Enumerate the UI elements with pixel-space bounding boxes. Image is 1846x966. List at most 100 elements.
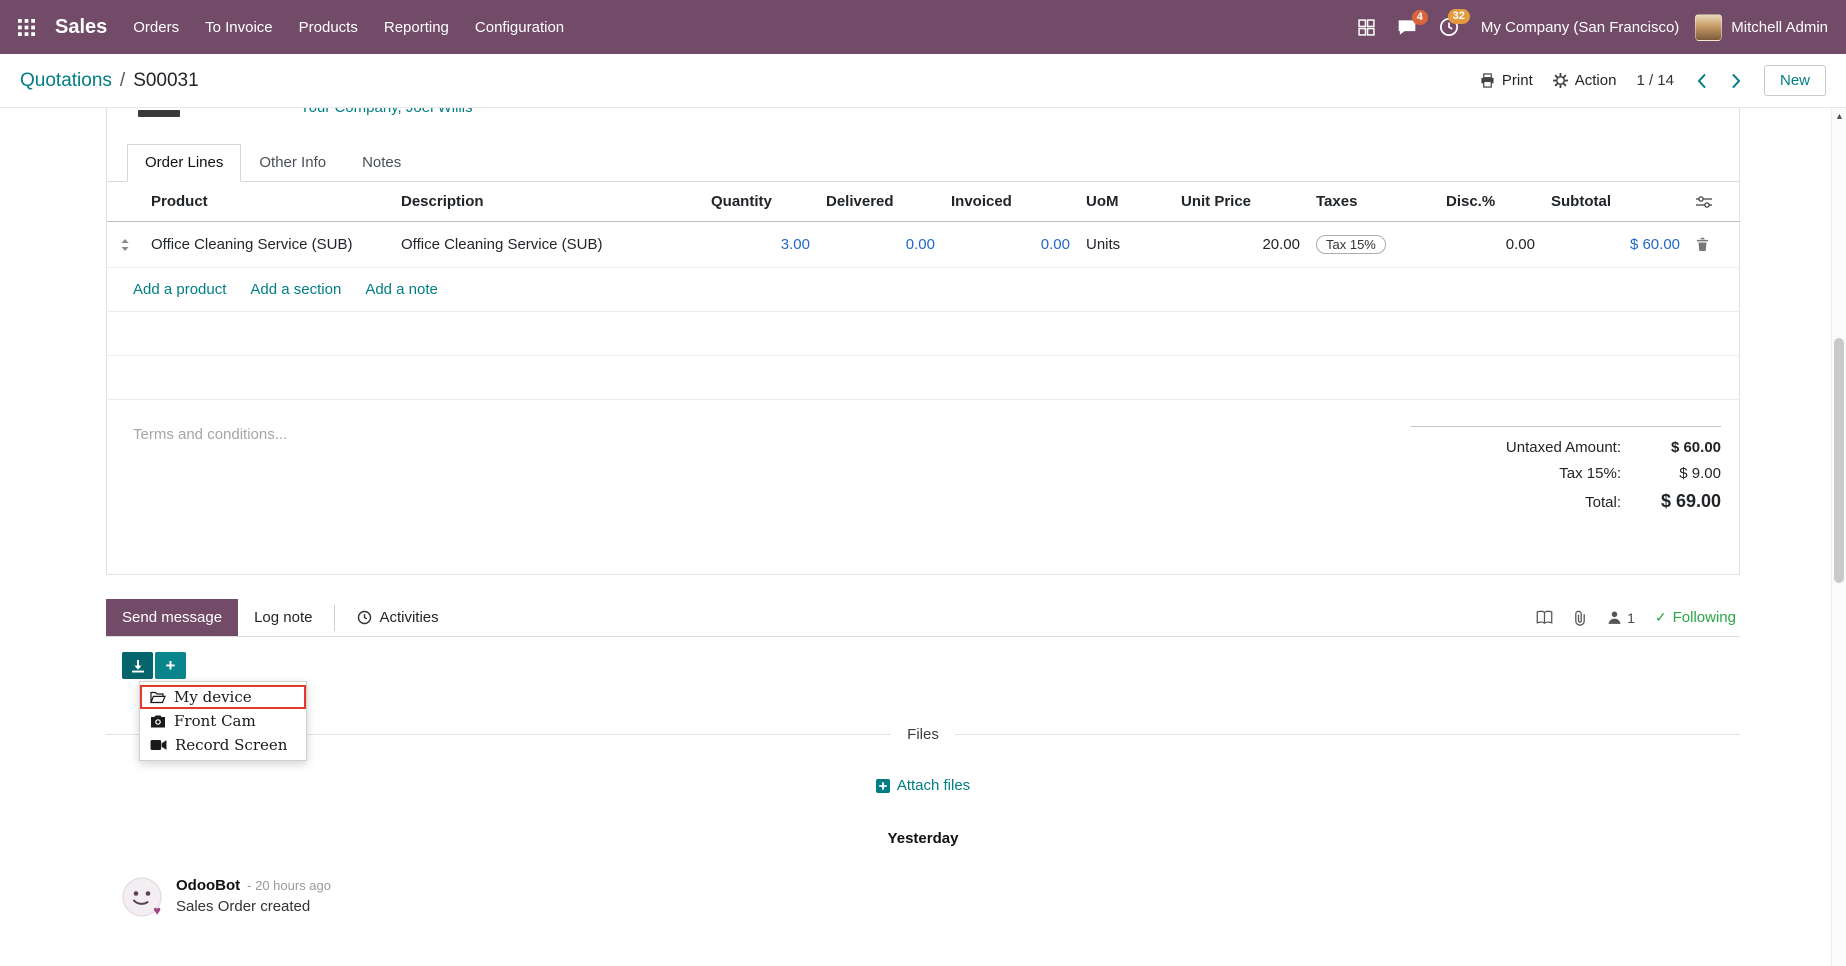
activities-button[interactable]: Activities — [341, 599, 454, 636]
col-header-uom: UoM — [1078, 182, 1173, 222]
menu-configuration[interactable]: Configuration — [475, 19, 564, 36]
folder-open-icon — [150, 691, 166, 704]
print-button[interactable]: Print — [1480, 72, 1533, 89]
total-value: $ 69.00 — [1621, 491, 1721, 512]
column-settings-icon[interactable] — [1688, 182, 1740, 222]
add-links-row: Add a product Add a section Add a note — [107, 268, 1740, 312]
cell-quantity[interactable]: 3.00 — [703, 222, 818, 268]
menu-to-invoice[interactable]: To Invoice — [205, 19, 273, 36]
user-menu[interactable]: Mitchell Admin — [1695, 14, 1828, 41]
cell-unit-price[interactable]: 20.00 — [1173, 222, 1308, 268]
check-icon: ✓ — [1655, 609, 1667, 626]
clock-icon — [357, 610, 372, 625]
menu-reporting[interactable]: Reporting — [384, 19, 449, 36]
menu-products[interactable]: Products — [299, 19, 358, 36]
day-divider: Yesterday — [106, 830, 1740, 847]
paperclip-icon[interactable] — [1573, 610, 1587, 626]
tab-order-lines[interactable]: Order Lines — [127, 144, 241, 182]
upload-file-button[interactable] — [122, 652, 153, 679]
messages-icon[interactable]: 4 — [1397, 18, 1417, 37]
main-content: Your Company, Joel Willis Order Lines Ot… — [0, 108, 1846, 966]
menu-item-my-device[interactable]: My device — [140, 685, 306, 709]
chevron-right-icon — [1731, 73, 1742, 89]
breadcrumb-quotations[interactable]: Quotations — [20, 70, 112, 92]
add-product-link[interactable]: Add a product — [133, 281, 226, 298]
col-header-handle — [107, 182, 143, 222]
company-switcher[interactable]: My Company (San Francisco) — [1481, 19, 1679, 36]
col-header-subtotal: Subtotal — [1543, 182, 1688, 222]
col-header-disc: Disc.% — [1438, 182, 1543, 222]
col-header-taxes: Taxes — [1308, 182, 1438, 222]
pager-next-button[interactable] — [1729, 71, 1744, 91]
tax-badge[interactable]: Tax 15% — [1316, 235, 1386, 254]
followers-icon[interactable]: 1 — [1607, 610, 1635, 626]
plus-square-icon — [876, 779, 890, 793]
printer-icon — [1480, 73, 1495, 88]
tab-notes[interactable]: Notes — [344, 144, 419, 181]
book-icon[interactable] — [1536, 610, 1553, 625]
col-header-invoiced: Invoiced — [943, 182, 1078, 222]
user-avatar[interactable] — [1695, 14, 1722, 41]
download-icon — [131, 659, 145, 673]
menu-item-record-screen[interactable]: Record Screen — [140, 733, 306, 757]
activities-clock-icon[interactable]: 32 — [1439, 17, 1459, 37]
notebook-tabs: Order Lines Other Info Notes — [107, 144, 1739, 182]
col-header-description: Description — [393, 182, 703, 222]
tab-other-info[interactable]: Other Info — [241, 144, 344, 181]
drag-handle-icon[interactable] — [107, 222, 143, 268]
video-camera-icon — [150, 739, 167, 751]
vertical-scrollbar[interactable]: ▲ — [1831, 108, 1846, 966]
col-header-product: Product — [143, 182, 393, 222]
scrollbar-thumb[interactable] — [1834, 338, 1844, 583]
apps-grid-icon[interactable] — [18, 19, 35, 36]
action-button[interactable]: Action — [1553, 72, 1617, 89]
log-note-button[interactable]: Log note — [238, 599, 328, 636]
chevron-left-icon — [1696, 73, 1707, 89]
totals-divider — [1411, 426, 1721, 427]
send-message-button[interactable]: Send message — [106, 599, 238, 636]
menu-orders[interactable]: Orders — [133, 19, 179, 36]
cell-taxes[interactable]: Tax 15% — [1308, 222, 1438, 268]
clipped-partner-row: Your Company, Joel Willis — [107, 108, 1739, 120]
empty-row — [107, 312, 1740, 356]
message-author[interactable]: OdooBot — [176, 877, 240, 894]
scrollbar-up-arrow[interactable]: ▲ — [1832, 111, 1846, 121]
attach-files-link[interactable]: Attach files — [876, 777, 970, 794]
cell-product[interactable]: Office Cleaning Service (SUB) — [143, 222, 393, 268]
cell-description[interactable]: Office Cleaning Service (SUB) — [393, 222, 703, 268]
cell-delivered[interactable]: 0.00 — [818, 222, 943, 268]
following-button[interactable]: ✓ Following — [1655, 609, 1736, 626]
message-timestamp: - 20 hours ago — [247, 878, 331, 893]
activities-badge: 32 — [1448, 9, 1470, 24]
cell-invoiced[interactable]: 0.00 — [943, 222, 1078, 268]
add-section-link[interactable]: Add a section — [250, 281, 341, 298]
control-panel: Quotations / S00031 Print Action 1 / 14 … — [0, 54, 1846, 108]
camera-icon — [150, 715, 166, 728]
form-sheet: Your Company, Joel Willis Order Lines Ot… — [106, 108, 1740, 575]
partner-link[interactable]: Your Company, Joel Willis — [300, 108, 473, 116]
breadcrumb: Quotations / S00031 — [20, 70, 199, 92]
new-button[interactable]: New — [1764, 65, 1826, 96]
tax-label: Tax 15%: — [1559, 465, 1621, 482]
add-attachment-button[interactable]: + — [155, 652, 186, 679]
empty-row — [107, 356, 1740, 400]
col-header-unit-price: Unit Price — [1173, 182, 1308, 222]
menu-item-front-cam[interactable]: Front Cam — [140, 709, 306, 733]
col-header-quantity: Quantity — [703, 182, 818, 222]
tax-value: $ 9.00 — [1621, 465, 1721, 482]
odoobot-avatar: ♥ — [122, 877, 162, 917]
total-label: Total: — [1585, 494, 1621, 511]
messages-badge: 4 — [1412, 10, 1428, 25]
add-note-link[interactable]: Add a note — [365, 281, 438, 298]
user-name: Mitchell Admin — [1731, 19, 1828, 36]
terms-placeholder[interactable]: Terms and conditions... — [133, 426, 287, 521]
cell-disc[interactable]: 0.00 — [1438, 222, 1543, 268]
app-name[interactable]: Sales — [55, 16, 107, 39]
cell-uom[interactable]: Units — [1078, 222, 1173, 268]
gear-icon — [1553, 73, 1568, 88]
pager-previous-button[interactable] — [1694, 71, 1709, 91]
files-divider-label: Files — [907, 726, 939, 743]
delete-line-icon[interactable] — [1688, 222, 1740, 268]
board-grid-icon[interactable] — [1358, 19, 1375, 36]
untaxed-value: $ 60.00 — [1621, 439, 1721, 456]
